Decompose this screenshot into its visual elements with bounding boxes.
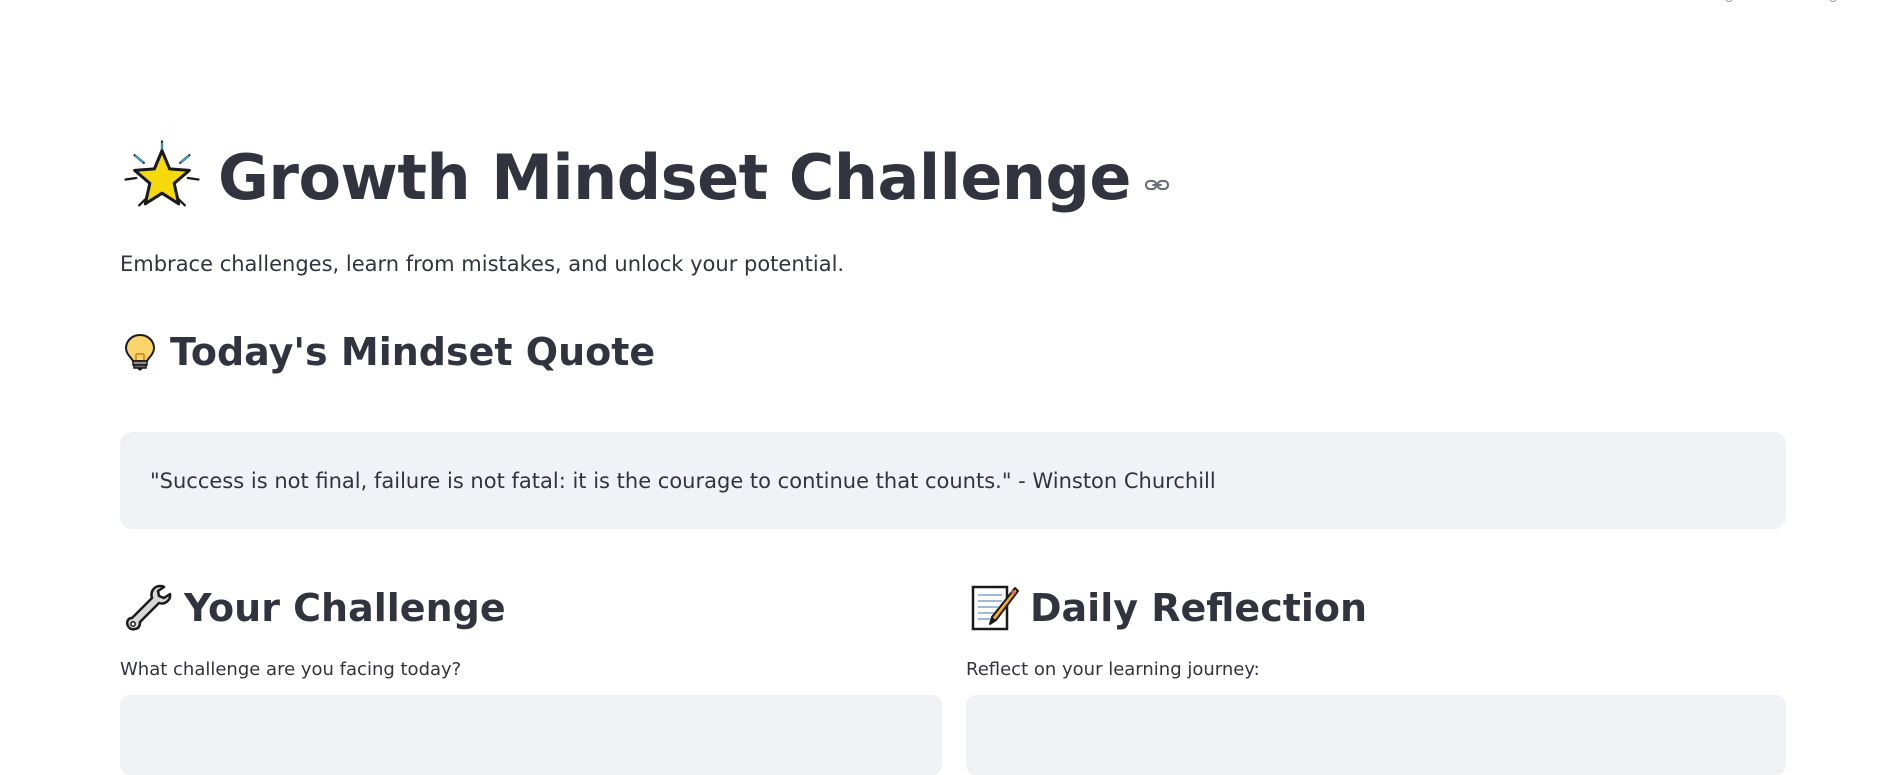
reflection-heading-text: Daily Reflection	[1030, 586, 1368, 630]
challenge-label: What challenge are you facing today?	[120, 659, 462, 680]
challenge-heading-text: Your Challenge	[184, 586, 506, 630]
top-toolbar	[0, 0, 1893, 12]
link-anchor-icon[interactable]	[1143, 171, 1171, 199]
reflection-heading: Daily Reflection	[968, 582, 1367, 634]
challenge-textarea[interactable]	[120, 695, 942, 775]
page-title: Growth Mindset Challenge	[218, 141, 1131, 214]
reflection-label: Reflect on your learning journey:	[966, 659, 1260, 680]
quote-heading-text: Today's Mindset Quote	[170, 330, 656, 374]
glowing-star-icon	[124, 140, 200, 207]
quote-text: "Success is not final, failure is not fa…	[150, 468, 1216, 493]
toolbar-icon[interactable]	[1829, 0, 1837, 2]
page-subtitle: Embrace challenges, learn from mistakes,…	[120, 252, 845, 276]
toolbar-icon[interactable]	[1725, 0, 1733, 2]
page-title-row: Growth Mindset Challenge	[124, 140, 1171, 216]
lightbulb-icon	[124, 333, 156, 371]
wrench-icon	[125, 584, 172, 631]
quote-heading: Today's Mindset Quote	[120, 332, 655, 372]
challenge-heading: Your Challenge	[122, 582, 506, 634]
reflection-textarea[interactable]	[966, 695, 1786, 775]
quote-card: "Success is not final, failure is not fa…	[120, 432, 1786, 529]
memo-icon	[971, 585, 1019, 631]
